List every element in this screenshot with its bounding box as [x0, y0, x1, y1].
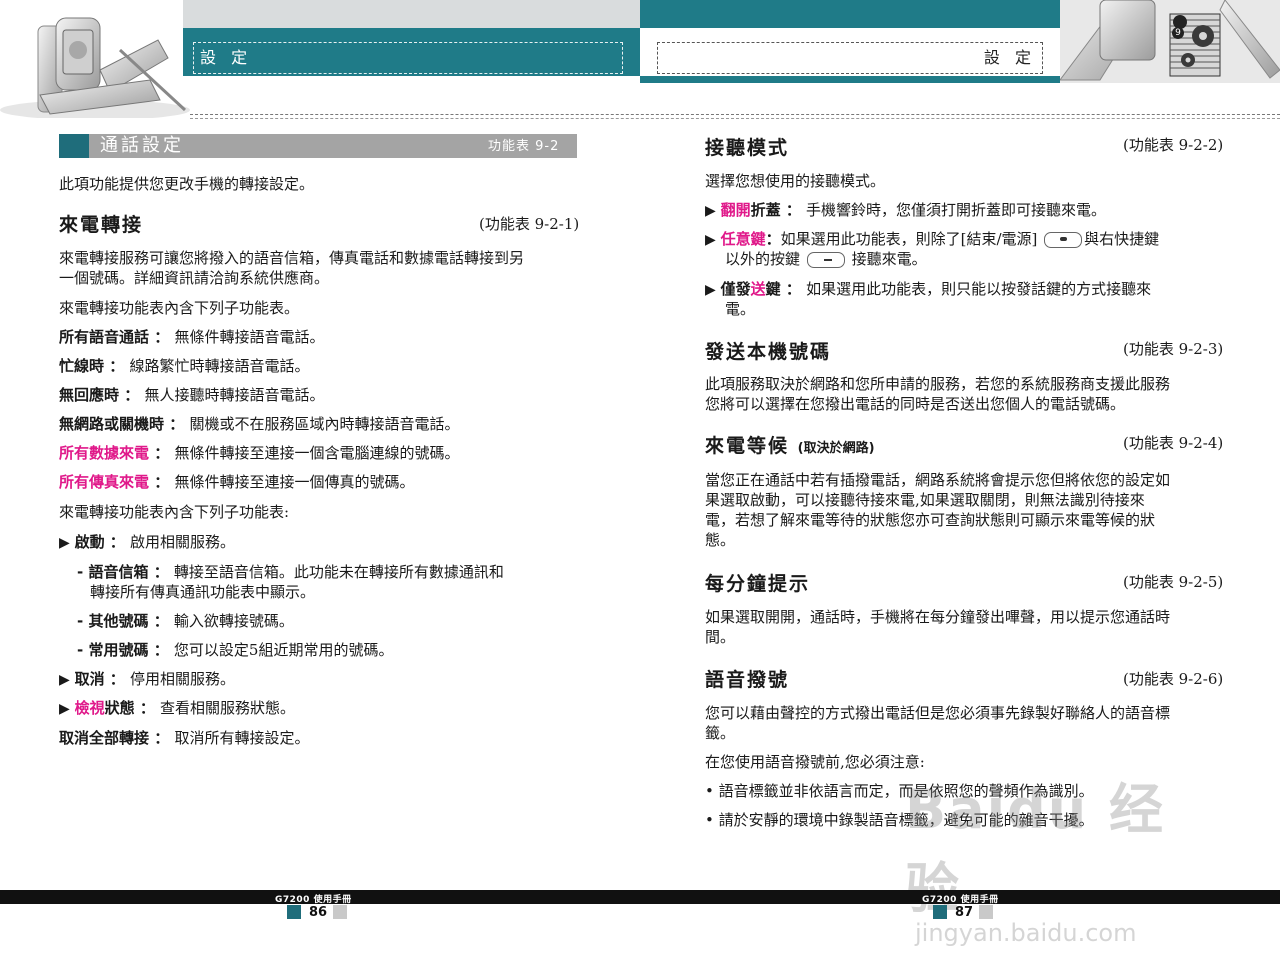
- send-number-heading: 發送本機號碼: [705, 341, 832, 363]
- sub-option-voicemail-cont: 轉接所有傳真通訊功能表中顯示。: [90, 583, 316, 601]
- page-box-light-right: [979, 905, 993, 919]
- bullet-dot: •: [705, 811, 719, 829]
- sub-option-voicemail: - 語音信箱 ： 轉接至語音信箱。此功能未在轉接所有數據通訊和: [77, 563, 504, 581]
- cancel-item: ▶ 取消 ： 停用相關服務。: [59, 670, 236, 688]
- call-forward-sub-intro: 來電轉接功能表內含下列子功能表。: [59, 299, 300, 317]
- dash-bullet: -: [77, 612, 89, 630]
- page-box-dark-right: [933, 905, 947, 919]
- answer-mode-heading: 接聽模式: [705, 137, 790, 159]
- header-title-right: 設 定: [657, 42, 1043, 74]
- answer-any-key-item: ▶ 任意鍵：如果選用此功能表，則除了[結束/電源] 與右快捷鍵: [705, 230, 1160, 248]
- activate-item: ▶ 啟動 ： 啟用相關服務。: [59, 533, 236, 551]
- voice-dial-heading: 語音撥號: [705, 669, 790, 691]
- intro-text: 此項功能提供您更改手機的轉接設定。: [59, 175, 315, 193]
- call-waiting-menu-ref: (功能表 9-2-4): [1123, 434, 1224, 452]
- call-waiting-note: (取決於網路): [797, 441, 875, 456]
- call-waiting-line-2: 果選取啟動，可以接聽待接來電,如果選取關閉，則無法識別待接來: [705, 491, 1145, 509]
- voice-dial-line-2: 籤。: [705, 724, 736, 742]
- answer-send-only-cont: 電。: [725, 300, 756, 318]
- cancel-all-item: 取消全部轉接 ： 取消所有轉接設定。: [59, 729, 310, 747]
- option-label: 所有語音通話: [59, 328, 150, 346]
- call-waiting-line-4: 態。: [705, 531, 736, 549]
- footer-label-right: G7200 使用手冊: [922, 895, 999, 905]
- answer-send-only-item: ▶ 僅發送鍵 ： 如果選用此功能表，則只能以按發話鍵的方式接聽來: [705, 280, 1152, 298]
- phone-illustration-right: [1059, 0, 1280, 83]
- minute-minder-heading: 每分鐘提示: [705, 573, 811, 595]
- page-number-left: 86: [309, 905, 328, 920]
- minute-minder-menu-ref: (功能表 9-2-5): [1123, 573, 1224, 591]
- call-waiting-line-3: 電，若想了解來電等待的狀態您亦可查詢狀態則可顯示來電等候的狀: [705, 511, 1156, 529]
- call-forward-menu-ref: (功能表 9-2-1): [479, 215, 580, 233]
- end-power-key-icon: [1044, 232, 1083, 248]
- option-label: 無網路或關機時: [59, 415, 165, 433]
- option-all-data: 所有數據來電 ： 無條件轉接至連接一個含電腦連線的號碼。: [59, 444, 460, 462]
- answer-any-key-cont: 以外的按鍵 接聽來電。: [725, 250, 927, 268]
- voice-dial-line-1: 您可以藉由聲控的方式撥出電話但是您必須事先錄製好聯絡人的語音標: [705, 704, 1171, 722]
- footer-label-left: G7200 使用手冊: [275, 895, 352, 905]
- page-box-light-left: [333, 905, 347, 919]
- option-no-reply: 無回應時 ： 無人接聽時轉接語音電話。: [59, 386, 325, 404]
- call-forward-heading: 來電轉接: [59, 214, 144, 236]
- option-busy: 忙線時 ： 線路繁忙時轉接語音電話。: [59, 357, 310, 375]
- send-number-line-2: 您將可以選擇在您撥出電話的同時是否送出您個人的電話號碼。: [705, 395, 1126, 413]
- triangle-bullet-icon: ▶: [705, 282, 716, 298]
- header-band-left-top: [183, 0, 640, 28]
- call-forward-desc-1: 來電轉接服務可讓您將撥入的語音信箱，傳真電話和數據電話轉接到另: [59, 249, 525, 267]
- check-status-item: ▶ 檢視狀態 ： 查看相關服務狀態。: [59, 699, 296, 717]
- send-number-menu-ref: (功能表 9-2-3): [1123, 340, 1224, 358]
- phone-illustration-left: [0, 0, 190, 120]
- header-divider-2: [190, 118, 1280, 119]
- call-forward-sub-intro-2: 來電轉接功能表內含下列子功能表:: [59, 503, 290, 521]
- sub-option-frequent: - 常用號碼 ： 您可以設定5組近期常用的號碼。: [77, 641, 394, 659]
- minute-minder-line-1: 如果選取開開，通話時，手機將在每分鐘發出嗶聲，用以提示您通話時: [705, 608, 1171, 626]
- dash-bullet: -: [77, 641, 89, 659]
- triangle-bullet-icon: ▶: [705, 203, 716, 219]
- voice-dial-menu-ref: (功能表 9-2-6): [1123, 670, 1224, 688]
- section-menu-ref: 功能表 9-2: [488, 139, 560, 154]
- answer-mode-menu-ref: (功能表 9-2-2): [1123, 136, 1224, 154]
- baidu-watermark: Baidu 经验 jingyan.baidu.com: [905, 778, 1166, 947]
- option-unreachable: 無網路或關機時 ： 關機或不在服務區域內時轉接語音電話。: [59, 415, 460, 433]
- section-title: 通話設定: [100, 135, 184, 156]
- header-title-left: 設 定: [193, 42, 623, 74]
- header-divider: [190, 114, 1280, 115]
- minute-minder-line-2: 間。: [705, 628, 736, 646]
- option-label: 忙線時: [59, 357, 105, 375]
- chapter-badge: 9: [1172, 27, 1184, 39]
- right-soft-key-icon: [806, 252, 845, 268]
- answer-mode-intro: 選擇您想使用的接聽模式。: [705, 172, 886, 190]
- dash-bullet: -: [77, 563, 89, 581]
- header-band-right-top: [640, 0, 1060, 28]
- section-bar-accent: [59, 134, 89, 158]
- triangle-bullet-icon: ▶: [705, 232, 716, 248]
- call-forward-desc-2: 一個號碼。詳細資訊請洽詢系統供應商。: [59, 269, 330, 287]
- option-label: 所有數據來電: [59, 444, 150, 462]
- page-number-right: 87: [955, 905, 974, 920]
- option-label: 無回應時: [59, 386, 120, 404]
- sub-option-other-number: - 其他號碼 ： 輸入欲轉接號碼。: [77, 612, 294, 630]
- send-number-line-1: 此項服務取決於網路和您所申請的服務，若您的系統服務商支援此服務: [705, 375, 1171, 393]
- call-waiting-line-1: 當您正在通話中若有插撥電話，網路系統將會提示您但將依您的設定如: [705, 471, 1171, 489]
- triangle-bullet-icon: ▶: [59, 701, 70, 717]
- call-waiting-heading: 來電等候 (取決於網路): [705, 435, 875, 457]
- option-all-voice: 所有語音通話 ： 無條件轉接語音電話。: [59, 328, 325, 346]
- triangle-bullet-icon: ▶: [59, 535, 70, 551]
- voice-dial-line-3: 在您使用語音撥號前,您必須注意:: [705, 753, 925, 771]
- answer-flip-item: ▶ 翻開折蓋 ： 手機響鈴時，您僅須打開折蓋即可接聽來電。: [705, 201, 1107, 219]
- option-all-fax: 所有傳真來電 ： 無條件轉接至連接一個傳真的號碼。: [59, 473, 415, 491]
- bullet-dot: •: [705, 782, 719, 800]
- triangle-bullet-icon: ▶: [59, 672, 70, 688]
- page-box-dark-left: [287, 905, 301, 919]
- option-label: 所有傳真來電: [59, 473, 150, 491]
